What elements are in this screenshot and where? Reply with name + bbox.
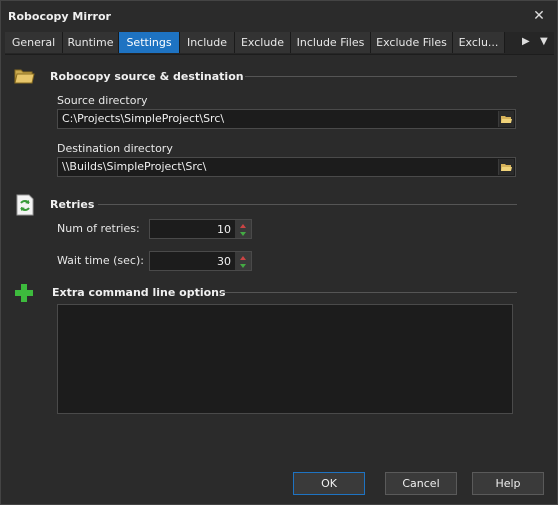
retry-document-icon <box>13 193 37 217</box>
tab-exclude[interactable]: Exclude <box>235 32 291 53</box>
plus-icon <box>13 282 37 306</box>
help-button[interactable]: Help <box>472 472 544 495</box>
robocopy-mirror-dialog: Robocopy Mirror ✕ General Runtime Settin… <box>0 0 558 505</box>
browse-destination-button[interactable] <box>498 159 514 175</box>
tab-exclude-more[interactable]: Exclu... <box>453 32 505 53</box>
wait-time-spinner[interactable]: 30 <box>149 251 252 271</box>
source-destination-title: Robocopy source & destination <box>50 70 244 83</box>
folder-icon <box>12 64 36 88</box>
spin-down-button[interactable] <box>235 261 251 270</box>
destination-directory-label: Destination directory <box>57 142 173 155</box>
source-directory-value: C:\Projects\SimpleProject\Src\ <box>62 112 225 125</box>
source-directory-label: Source directory <box>57 94 148 107</box>
tab-bar: General Runtime Settings Include Exclude… <box>5 32 554 55</box>
num-retries-value: 10 <box>217 223 231 236</box>
num-retries-label: Num of retries: <box>57 222 140 235</box>
folder-open-icon <box>501 116 512 123</box>
section-divider <box>245 76 517 77</box>
tab-exclude-files[interactable]: Exclude Files <box>371 32 453 53</box>
extra-options-textarea[interactable] <box>57 304 513 414</box>
section-divider <box>221 292 517 293</box>
spin-buttons <box>235 220 251 238</box>
folder-open-icon <box>501 164 512 171</box>
tab-scroll-right-icon[interactable]: ▶ <box>522 35 532 49</box>
retries-title: Retries <box>50 198 95 211</box>
ok-button[interactable]: OK <box>293 472 365 495</box>
cancel-button[interactable]: Cancel <box>385 472 457 495</box>
window-title: Robocopy Mirror <box>8 10 111 23</box>
destination-directory-field[interactable]: \\Builds\SimpleProject\Src\ <box>57 157 516 177</box>
tab-general[interactable]: General <box>5 32 63 53</box>
title-bar: Robocopy Mirror ✕ <box>1 1 557 31</box>
section-divider <box>98 204 517 205</box>
spin-down-button[interactable] <box>235 229 251 238</box>
browse-source-button[interactable] <box>498 111 514 127</box>
close-button[interactable]: ✕ <box>529 6 549 26</box>
tab-include[interactable]: Include <box>180 32 235 53</box>
num-retries-spinner[interactable]: 10 <box>149 219 252 239</box>
wait-time-value: 30 <box>217 255 231 268</box>
spin-buttons <box>235 252 251 270</box>
wait-time-label: Wait time (sec): <box>57 254 144 267</box>
extra-options-title: Extra command line options <box>52 286 226 299</box>
tab-runtime[interactable]: Runtime <box>63 32 119 53</box>
source-directory-field[interactable]: C:\Projects\SimpleProject\Src\ <box>57 109 516 129</box>
tab-settings[interactable]: Settings <box>119 32 180 53</box>
destination-directory-value: \\Builds\SimpleProject\Src\ <box>62 160 207 173</box>
tab-include-files[interactable]: Include Files <box>291 32 371 53</box>
tab-menu-icon[interactable]: ▼ <box>540 35 550 49</box>
